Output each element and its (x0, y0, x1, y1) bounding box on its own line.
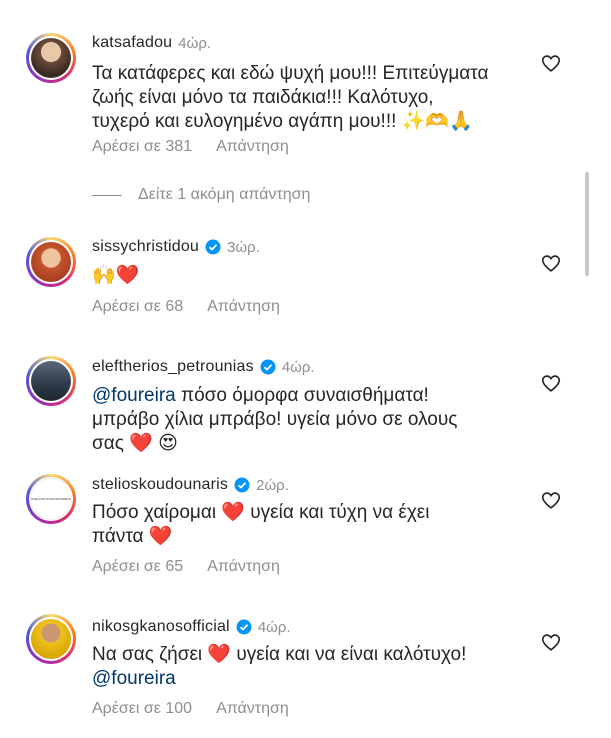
avatar[interactable] (26, 237, 76, 287)
avatar[interactable] (26, 356, 76, 406)
verified-badge-icon (260, 359, 276, 375)
comment-line: 🙌❤️ (92, 265, 140, 286)
likes-count[interactable]: Αρέσει σε 381 (92, 138, 192, 156)
comment-text: Να σας ζήσει ❤️ υγεία και να είναι καλότ… (92, 643, 532, 691)
divider-line (92, 194, 122, 196)
comment-line: πόσο όμορφα συναισθήματα! (175, 385, 429, 406)
timestamp: 2ώρ. (256, 476, 289, 494)
reply-button[interactable]: Απάντηση (216, 138, 289, 156)
reply-button[interactable]: Απάντηση (207, 298, 280, 316)
comment-line: σας ❤️ 😍 (92, 433, 178, 454)
mention-link[interactable]: @foureira (92, 385, 176, 406)
mention-link[interactable]: @foureira (92, 667, 532, 691)
like-heart-icon[interactable] (540, 489, 562, 511)
comment-line: τυχερό και ευλογημένο αγάπη μου!!! ✨🫶🙏 (92, 111, 473, 132)
view-more-label[interactable]: Δείτε 1 ακόμη απάντηση (138, 186, 310, 204)
scrollbar[interactable] (585, 172, 589, 276)
likes-count[interactable]: Αρέσει σε 100 (92, 700, 192, 718)
verified-badge-icon (234, 477, 250, 493)
username[interactable]: nikosgkanosofficial (92, 618, 230, 636)
username[interactable]: stelioskoudounaris (92, 476, 228, 494)
comment-text: @foureira πόσο όμορφα συναισθήματα! μπρά… (92, 384, 532, 456)
timestamp: 4ώρ. (178, 34, 212, 52)
comment-line: ζωής είναι μόνο τα παιδάκια!!! Καλότυχο, (92, 87, 434, 108)
comment-line: Πόσο χαίρομαι ❤️ υγεία και τύχη να έχει (92, 502, 430, 523)
username[interactable]: sissychristidou (92, 238, 199, 256)
like-heart-icon[interactable] (540, 372, 562, 394)
avatar-brand-text: STELIOS KOUDOUNARIS (31, 497, 71, 501)
username[interactable]: katsafadou (92, 34, 172, 52)
view-more-replies[interactable]: Δείτε 1 ακόμη απάντηση (92, 186, 310, 204)
reply-button[interactable]: Απάντηση (216, 700, 289, 718)
comment-line: Τα κατάφερες και εδώ ψυχή μου!!! Επιτεύγ… (92, 63, 489, 84)
avatar[interactable] (26, 33, 76, 83)
comment-line: μπράβο χίλια μπράβο! υγεία μόνο σε ολους (92, 409, 458, 430)
comment-line: πάντα ❤️ (92, 526, 173, 547)
like-heart-icon[interactable] (540, 631, 562, 653)
avatar[interactable] (26, 614, 76, 664)
likes-count[interactable]: Αρέσει σε 68 (92, 298, 183, 316)
comment-text: Τα κατάφερες και εδώ ψυχή μου!!! Επιτεύγ… (92, 62, 532, 134)
timestamp: 3ώρ. (227, 238, 260, 256)
timestamp: 4ώρ. (281, 358, 315, 376)
comment-line: Να σας ζήσει ❤️ υγεία και να είναι καλότ… (92, 644, 467, 665)
avatar[interactable]: STELIOS KOUDOUNARIS (26, 474, 76, 524)
comment-text: Πόσο χαίρομαι ❤️ υγεία και τύχη να έχει … (92, 501, 532, 549)
like-heart-icon[interactable] (540, 252, 562, 274)
like-heart-icon[interactable] (540, 52, 562, 74)
verified-badge-icon (205, 239, 221, 255)
likes-count[interactable]: Αρέσει σε 65 (92, 558, 183, 576)
verified-badge-icon (236, 619, 252, 635)
reply-button[interactable]: Απάντηση (207, 558, 280, 576)
username[interactable]: eleftherios_petrounias (92, 358, 254, 376)
timestamp: 4ώρ. (257, 618, 291, 636)
comment-text: 🙌❤️ (92, 264, 532, 288)
